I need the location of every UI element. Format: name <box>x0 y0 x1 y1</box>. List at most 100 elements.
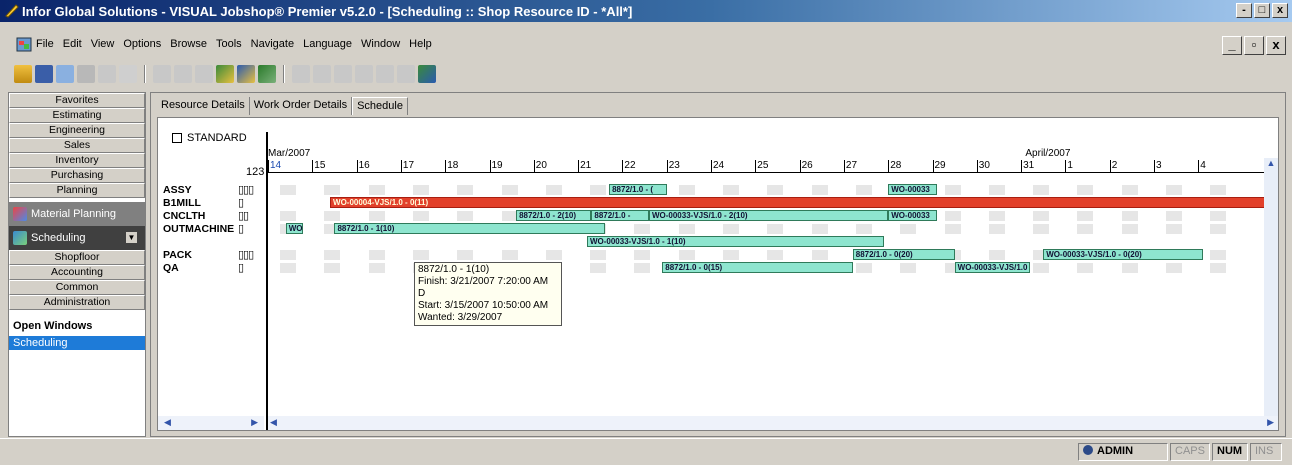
non-working-time <box>1210 224 1227 234</box>
nav-material-planning[interactable]: Material Planning <box>9 202 145 226</box>
close-button[interactable]: x <box>1272 3 1288 18</box>
print-preview-icon[interactable] <box>98 65 116 83</box>
operation-bar[interactable]: 8872/1.0 - 0(20) <box>852 249 955 260</box>
left-horizontal-scrollbar[interactable]: ◀ ▶ <box>158 416 264 430</box>
menu-browse[interactable]: Browse <box>170 38 207 50</box>
nav-favorites[interactable]: Favorites <box>9 93 145 108</box>
non-working-time <box>1210 211 1227 221</box>
operation-bar[interactable]: 8872/1.0 - 1(10) <box>334 223 605 234</box>
vertical-scrollbar[interactable]: ▲ ▼ <box>1264 158 1278 430</box>
resource-label[interactable]: CNCLTH <box>163 210 205 222</box>
schedule-grid[interactable]: STANDARD 123 Mar/2007 April/2007 14 15 16 17 1… <box>157 117 1279 431</box>
cut-icon[interactable] <box>153 65 171 83</box>
non-working-time <box>1121 211 1138 221</box>
operation-bar[interactable]: 8872/1.0 - 2(10) <box>516 210 592 221</box>
preview-icon[interactable] <box>56 65 74 83</box>
tab-schedule[interactable]: Schedule <box>352 97 408 115</box>
print-icon[interactable] <box>77 65 95 83</box>
mdi-window-icon[interactable] <box>16 37 32 52</box>
menu-file[interactable]: File <box>36 38 54 50</box>
resource-label[interactable]: PACK <box>163 249 192 261</box>
nav-estimating[interactable]: Estimating <box>9 108 145 123</box>
menu-help[interactable]: Help <box>409 38 432 50</box>
maximize-button[interactable]: □ <box>1254 3 1270 18</box>
non-working-time <box>634 263 651 273</box>
nav-purchasing[interactable]: Purchasing <box>9 168 145 183</box>
tab-work-order-details[interactable]: Work Order Details <box>250 97 353 115</box>
operation-bar[interactable]: WO-00033-VJS/1.0 - 1(10) <box>586 236 884 247</box>
operation-bar[interactable]: 8872/1.0 - ( <box>609 184 667 195</box>
mdi-restore-button[interactable]: ▫ <box>1244 36 1264 55</box>
nav-sales[interactable]: Sales <box>9 138 145 153</box>
copy-icon[interactable] <box>174 65 192 83</box>
tab-resource-details[interactable]: Resource Details <box>157 97 250 115</box>
menu-options[interactable]: Options <box>123 38 161 50</box>
resource-label[interactable]: QA <box>163 262 179 274</box>
day-tick <box>799 160 801 172</box>
nav-administration[interactable]: Administration <box>9 295 145 310</box>
prev-record-icon[interactable] <box>334 65 352 83</box>
nav-inventory[interactable]: Inventory <box>9 153 145 168</box>
nav-scheduling[interactable]: Scheduling ▼ <box>9 226 145 250</box>
window-dropdown-icon[interactable] <box>258 65 276 83</box>
refresh-icon[interactable] <box>418 65 436 83</box>
operation-bar[interactable]: WO-00033 <box>888 210 937 221</box>
mdi-close-button[interactable]: x <box>1266 36 1286 55</box>
open-icon[interactable] <box>14 65 32 83</box>
nav-accounting[interactable]: Accounting <box>9 265 145 280</box>
menu-tools[interactable]: Tools <box>216 38 242 50</box>
scroll-left-icon[interactable]: ◀ <box>164 417 171 428</box>
last-record-icon[interactable] <box>376 65 394 83</box>
paste-icon[interactable] <box>195 65 213 83</box>
nav-shopfloor[interactable]: Shopfloor <box>9 250 145 265</box>
nav-planning[interactable]: Planning <box>9 183 145 198</box>
save-icon[interactable] <box>35 65 53 83</box>
first-record-icon[interactable] <box>313 65 331 83</box>
find-icon[interactable] <box>397 65 415 83</box>
operation-bar[interactable]: 8872/1.0 - 0(15) <box>662 262 853 273</box>
operation-bar[interactable]: WO-00004-VJS/1.0 - 0(11) <box>330 197 1270 208</box>
menu-language[interactable]: Language <box>303 38 352 50</box>
scroll-right-icon[interactable]: ▶ <box>251 417 258 428</box>
standard-calendar-toggle[interactable]: STANDARD <box>172 132 247 144</box>
notes-icon[interactable] <box>292 65 310 83</box>
nav-common[interactable]: Common <box>9 280 145 295</box>
edit-icon[interactable] <box>119 65 137 83</box>
non-working-time <box>368 185 385 195</box>
tooltip-line: 8872/1.0 - 1(10) <box>418 264 490 275</box>
user-name: ADMIN <box>1097 445 1134 457</box>
timeline-horizontal-scrollbar[interactable]: ◀ ▶ <box>268 416 1278 430</box>
resource-label[interactable]: ASSY <box>163 184 192 196</box>
open-window-scheduling[interactable]: Scheduling <box>9 336 145 350</box>
schedule-tool-icon[interactable] <box>216 65 234 83</box>
status-bar: ADMIN CAPS NUM INS <box>0 438 1292 465</box>
day-tick <box>1065 160 1067 172</box>
non-working-time <box>412 211 429 221</box>
standard-checkbox[interactable] <box>172 133 182 143</box>
gantt-tool-icon[interactable] <box>237 65 255 83</box>
operation-bar[interactable]: WO-00033-VJS/1.0 - ( <box>954 262 1030 273</box>
resource-label[interactable]: B1MILL <box>163 197 201 209</box>
operation-bar[interactable]: 8872/1.0 - <box>591 210 649 221</box>
operation-bar[interactable]: WO-00033-VJS/1.0 - 0(20) <box>1043 249 1203 260</box>
navigation-panel: Favorites Estimating Engineering Sales I… <box>8 92 146 437</box>
timeline-scroll-right-icon[interactable]: ▶ <box>1267 417 1274 428</box>
operation-bar[interactable]: WO <box>285 223 304 234</box>
mdi-minimize-button[interactable]: _ <box>1222 36 1242 55</box>
operation-bar[interactable]: WO-00033-VJS/1.0 - 2(10) <box>648 210 889 221</box>
timeline-scroll-left-icon[interactable]: ◀ <box>270 417 277 428</box>
operation-bar[interactable]: WO-00033 <box>888 184 937 195</box>
menu-edit[interactable]: Edit <box>63 38 82 50</box>
menu-view[interactable]: View <box>91 38 115 50</box>
scroll-up-icon[interactable]: ▲ <box>1264 158 1278 172</box>
non-working-time <box>1210 263 1227 273</box>
menu-navigate[interactable]: Navigate <box>251 38 294 50</box>
day-tick <box>400 160 402 172</box>
scheduling-dropdown-icon[interactable]: ▼ <box>126 232 137 243</box>
menu-window[interactable]: Window <box>361 38 400 50</box>
next-record-icon[interactable] <box>355 65 373 83</box>
non-working-time <box>723 185 739 195</box>
minimize-button[interactable]: - <box>1236 3 1252 18</box>
nav-engineering[interactable]: Engineering <box>9 123 145 138</box>
resource-label[interactable]: OUTMACHINE <box>163 223 234 235</box>
